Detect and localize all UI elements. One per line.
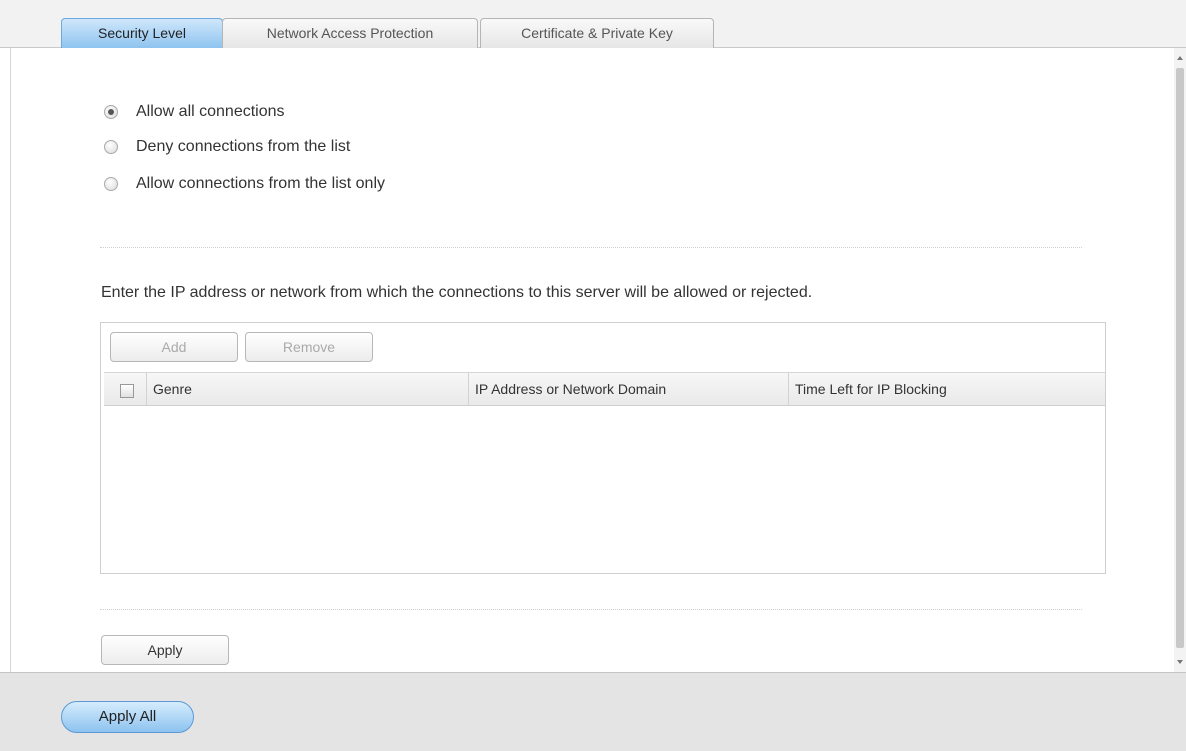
add-button[interactable]: Add	[110, 332, 238, 362]
scroll-down-arrow-icon[interactable]	[1177, 660, 1183, 664]
remove-button[interactable]: Remove	[245, 332, 373, 362]
ip-list-grid: Add Remove Genre IP Address or Network D…	[100, 322, 1106, 574]
column-header-ip-address[interactable]: IP Address or Network Domain	[468, 373, 788, 406]
radio-deny-list[interactable]: Deny connections from the list	[104, 136, 350, 158]
table-body	[104, 407, 1105, 571]
radio-label: Allow connections from the list only	[136, 175, 385, 192]
scrollbar-thumb[interactable]	[1176, 68, 1184, 648]
tab-certificate-private-key[interactable]: Certificate & Private Key	[480, 18, 714, 48]
radio-button-selected[interactable]	[104, 105, 118, 119]
radio-label: Allow all connections	[136, 103, 285, 120]
ip-list-description: Enter the IP address or network from whi…	[101, 284, 813, 301]
tab-network-access-protection[interactable]: Network Access Protection	[222, 18, 478, 48]
radio-allow-list-only[interactable]: Allow connections from the list only	[104, 173, 385, 195]
apply-all-button[interactable]: Apply All	[61, 701, 194, 733]
select-all-checkbox[interactable]	[120, 384, 134, 398]
scroll-up-arrow-icon[interactable]	[1177, 56, 1183, 60]
column-header-time-left[interactable]: Time Left for IP Blocking	[788, 373, 1105, 406]
tab-security-level[interactable]: Security Level	[61, 18, 223, 48]
apply-button[interactable]: Apply	[101, 635, 229, 665]
radio-button[interactable]	[104, 177, 118, 191]
vertical-scrollbar[interactable]	[1174, 48, 1186, 672]
tab-bar: Security Level Network Access Protection…	[0, 0, 1186, 48]
radio-label: Deny connections from the list	[136, 138, 351, 155]
radio-button[interactable]	[104, 140, 118, 154]
footer-bar: Apply All	[0, 672, 1186, 751]
column-header-genre[interactable]: Genre	[146, 373, 468, 406]
divider	[100, 247, 1082, 248]
divider	[100, 609, 1082, 610]
table-header: Genre IP Address or Network Domain Time …	[104, 372, 1105, 406]
radio-allow-all[interactable]: Allow all connections	[104, 101, 285, 123]
